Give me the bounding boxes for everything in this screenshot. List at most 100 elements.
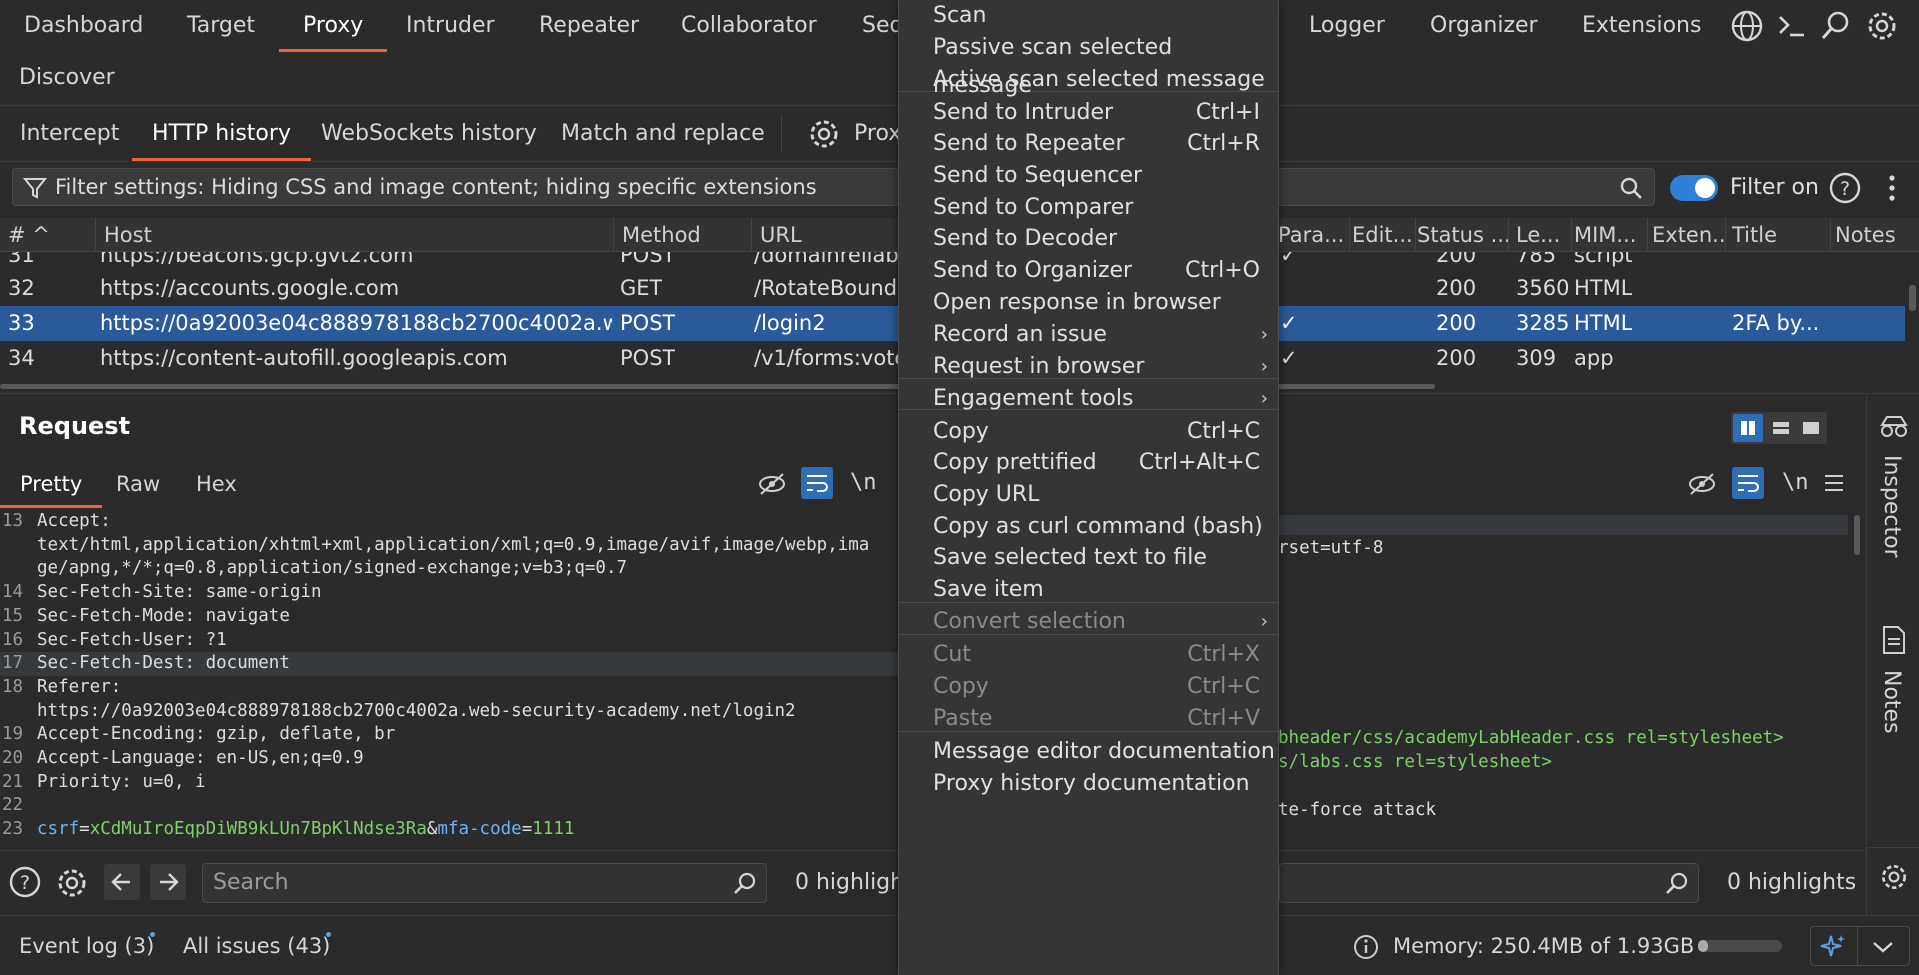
response-search-input[interactable]: [1279, 863, 1699, 903]
inspector-label[interactable]: Inspector: [1879, 455, 1904, 558]
settings-gear-icon[interactable]: [1864, 8, 1900, 44]
tab-intruder[interactable]: Intruder: [382, 0, 519, 52]
filter-toggle[interactable]: [1670, 175, 1718, 201]
ai-assistant-button[interactable]: [1810, 926, 1910, 966]
code-text: Accept-Language: en-US,en;q=0.9: [37, 747, 364, 771]
vertical-scrollbar[interactable]: [1854, 515, 1860, 555]
wrap-icon: [1738, 475, 1759, 492]
menu-item-label: Convert selection: [933, 609, 1126, 634]
tab-hex[interactable]: Hex: [176, 460, 257, 508]
more-options-icon[interactable]: [1882, 172, 1902, 204]
tab-collaborator[interactable]: Collaborator: [657, 0, 841, 52]
hide-nonprintable-icon[interactable]: [757, 469, 787, 499]
menu-item-label: Scan: [933, 3, 987, 28]
search-icon: [734, 872, 756, 894]
cell-host: https://0a92003e04c888978188cb2700c4002a…: [100, 311, 612, 335]
col-params[interactable]: Para...: [1270, 218, 1350, 252]
response-line: te-force attack: [1278, 800, 1437, 820]
cell-host: https://beacons.gcp.gvt2.com: [100, 252, 414, 267]
layout-stacked-icon[interactable]: [1767, 414, 1795, 442]
newline-toggle[interactable]: \n: [1782, 467, 1809, 499]
terminal-icon[interactable]: [1774, 8, 1810, 44]
proxy-settings-gear-icon[interactable]: [806, 116, 842, 152]
request-editor[interactable]: 13 Accept: text/html,application/xhtml+xml…: [0, 510, 898, 844]
settings-gear-icon[interactable]: [54, 865, 90, 901]
subtab-http-history[interactable]: HTTP history: [132, 106, 311, 161]
tab-dashboard[interactable]: Dashboard: [0, 0, 167, 52]
layout-single-icon[interactable]: [1797, 414, 1825, 442]
response-line-text: s/labs.css rel=stylesheet>: [1278, 752, 1552, 772]
globe-icon[interactable]: [1729, 8, 1765, 44]
col-host[interactable]: Host: [96, 218, 614, 252]
tab-raw[interactable]: Raw: [96, 460, 180, 508]
header-value: gzip, deflate, br: [205, 724, 396, 745]
code-text: Priority: u=0, i: [37, 771, 206, 795]
wrap-lines-toggle[interactable]: [801, 467, 833, 499]
col-number[interactable]: # ^: [0, 218, 96, 252]
code-line: 16 Sec-Fetch-User: ?1: [0, 629, 898, 653]
tab-logger[interactable]: Logger: [1285, 0, 1409, 52]
cell-number: 31: [8, 252, 35, 267]
col-notes[interactable]: Notes: [1827, 218, 1919, 252]
line-number: 20: [2, 748, 24, 768]
settings-gear-icon[interactable]: [1878, 861, 1910, 893]
subtab-match-and-replace[interactable]: Match and replace: [541, 106, 785, 161]
help-icon[interactable]: ?: [1828, 171, 1862, 205]
code-text: Sec-Fetch-Site: same-origin: [37, 581, 321, 605]
col-status[interactable]: Status ...: [1409, 218, 1509, 252]
menu-item-proxy-history-documentation[interactable]: Proxy history documentation: [899, 765, 1278, 803]
cell-number: 32: [8, 276, 35, 300]
cell-url: /domainreliab: [754, 252, 899, 267]
menu-item-label: Paste: [933, 706, 993, 731]
newline-toggle[interactable]: \n: [850, 467, 877, 499]
menu-item-label: Copy as curl command (bash): [933, 514, 1263, 539]
vertical-scrollbar[interactable]: [1909, 285, 1916, 311]
col-length[interactable]: Le...: [1508, 218, 1572, 252]
cell-method: GET: [620, 276, 663, 300]
inspector-glasses-icon[interactable]: [1879, 411, 1909, 441]
col-url[interactable]: URL: [752, 218, 900, 252]
line-number: 15: [2, 605, 24, 626]
notes-label[interactable]: Notes: [1879, 670, 1904, 734]
layout-side-by-side-icon[interactable]: [1733, 414, 1763, 442]
tab-proxy[interactable]: Proxy: [279, 0, 388, 52]
context-menu: Scan Passive scan selected message Active …: [898, 0, 1279, 975]
all-issues-button[interactable]: All issues (43): [183, 916, 330, 975]
request-highlights-count: 0 highligh: [795, 870, 905, 895]
proxy-settings-label[interactable]: Prox: [854, 106, 901, 161]
menu-item-label: Cut: [933, 642, 971, 667]
filter-settings-button[interactable]: Filter settings: Hiding CSS and image co…: [12, 168, 900, 206]
code-text: Sec-Fetch-Mode: navigate: [37, 605, 290, 629]
col-extension[interactable]: Exten...: [1644, 218, 1726, 252]
cell-length: 3560: [1516, 276, 1570, 300]
tab-repeater[interactable]: Repeater: [515, 0, 663, 52]
line-number: 14: [2, 582, 24, 603]
menu-icon[interactable]: [1822, 471, 1846, 495]
cell-host: https://accounts.google.com: [100, 276, 400, 300]
tab-discover[interactable]: Discover: [19, 58, 115, 98]
col-edited[interactable]: Edit...: [1344, 218, 1416, 252]
help-icon[interactable]: ?: [8, 865, 42, 899]
next-button[interactable]: [150, 864, 186, 900]
tab-extensions[interactable]: Extensions: [1558, 0, 1725, 52]
history-search-input[interactable]: [1278, 168, 1655, 206]
hide-nonprintable-icon[interactable]: [1687, 469, 1717, 499]
col-mime[interactable]: MIM...: [1566, 218, 1648, 252]
tab-pretty[interactable]: Pretty: [0, 460, 103, 508]
col-method[interactable]: Method: [614, 218, 752, 252]
notes-icon[interactable]: [1881, 625, 1907, 655]
col-title[interactable]: Title: [1724, 218, 1831, 252]
subtab-websockets-history[interactable]: WebSockets history: [301, 106, 557, 161]
header-name: Accept-Language:: [37, 748, 206, 768]
previous-button[interactable]: [104, 864, 140, 900]
request-search-input[interactable]: Search: [202, 863, 767, 903]
tab-organizer[interactable]: Organizer: [1406, 0, 1562, 52]
tab-target[interactable]: Target: [163, 0, 279, 52]
subtab-intercept[interactable]: Intercept: [0, 106, 139, 161]
wrap-lines-toggle[interactable]: [1732, 467, 1764, 499]
header-value: en-US,en;q=0.9: [205, 748, 364, 768]
body-token: csrf: [37, 819, 80, 840]
layout-switcher[interactable]: [1731, 412, 1827, 444]
event-log-button[interactable]: Event log (3): [19, 916, 154, 975]
search-icon[interactable]: [1818, 8, 1854, 44]
